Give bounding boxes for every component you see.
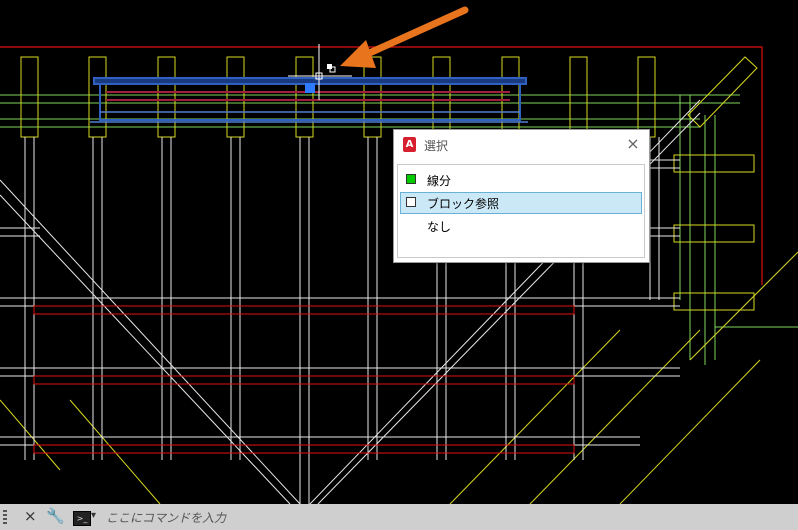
drag-grip-icon[interactable] [3,510,7,526]
list-item-line[interactable]: 線分 [400,169,642,191]
command-prompt-icon[interactable]: >_ [73,511,91,526]
autocad-app-icon: A [403,137,416,152]
list-item-label: 線分 [427,174,452,188]
popup-titlebar[interactable]: A 選択 × [394,130,649,160]
annotation-arrow [340,6,469,68]
chevron-down-icon[interactable]: ▾ [91,510,96,521]
list-item-block-reference[interactable]: ブロック参照 [400,192,642,214]
list-item-none[interactable]: なし [400,215,642,237]
close-icon[interactable]: × [24,507,37,525]
selection-popup[interactable]: A 選択 × 線分 ブロック参照 なし [393,129,650,263]
command-line-bar: × 🔧 >_ ▾ [0,504,798,530]
list-item-label: ブロック参照 [427,197,500,211]
command-input[interactable] [104,507,788,529]
color-swatch-icon [406,174,416,184]
popup-title: 選択 [424,139,449,153]
selection-list: 線分 ブロック参照 なし [397,164,645,258]
close-button[interactable]: × [623,134,643,154]
color-swatch-icon [406,197,416,207]
wrench-icon[interactable]: 🔧 [46,507,65,525]
selection-cycling-icon [327,64,336,73]
list-item-label: なし [427,220,452,234]
grip-handle[interactable] [305,83,315,93]
